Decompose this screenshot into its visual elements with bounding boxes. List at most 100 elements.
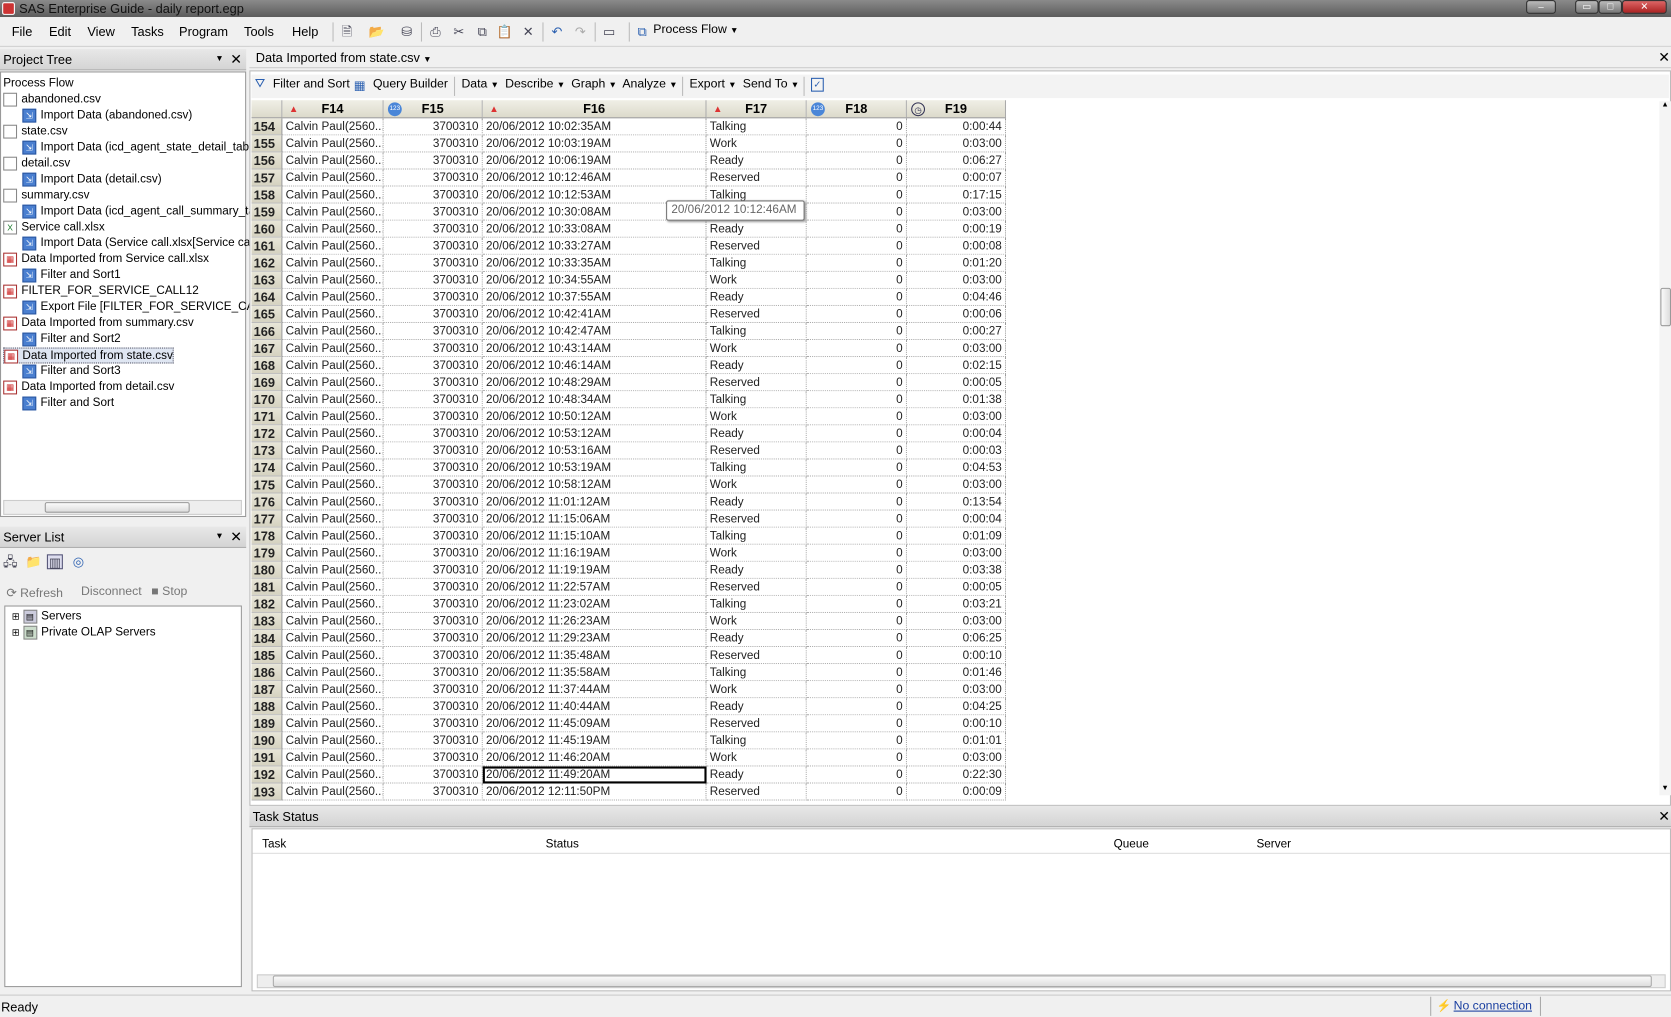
send-to-menu[interactable]: Send To ▼: [743, 78, 799, 91]
table-cell[interactable]: 3700310: [383, 612, 483, 631]
process-flow-dropdown[interactable]: Process Flow ▼: [653, 23, 738, 36]
table-cell[interactable]: 3700310: [383, 681, 483, 699]
panel-menu-icon[interactable]: ▼: [215, 53, 223, 63]
tree-item[interactable]: ⇲ Filter and Sort: [22, 395, 114, 411]
table-cell[interactable]: 3700310: [383, 305, 483, 323]
table-cell[interactable]: 0: [806, 408, 907, 426]
table-cell[interactable]: Calvin Paul(2560...: [282, 186, 384, 204]
row-number[interactable]: 160: [251, 220, 283, 238]
scroll-thumb[interactable]: [1660, 287, 1671, 327]
table-cell[interactable]: 3700310: [383, 459, 483, 477]
table-cell[interactable]: Calvin Paul(2560...: [282, 357, 384, 375]
row-number[interactable]: 167: [251, 340, 283, 358]
table-cell[interactable]: 3700310: [383, 322, 483, 341]
table-cell[interactable]: 0: [806, 476, 907, 494]
table-cell[interactable]: 3700310: [383, 732, 483, 750]
table-cell[interactable]: 0: [806, 357, 907, 375]
tree-item[interactable]: ⇲ Import Data (icd_agent_state_detail_tab…: [22, 140, 265, 156]
minimize-button[interactable]: –: [1526, 0, 1556, 14]
table-cell[interactable]: 20/06/2012 10:48:34AM: [482, 391, 707, 409]
grid-vscrollbar[interactable]: ▲ ▼: [1659, 101, 1671, 796]
table-cell[interactable]: Calvin Paul(2560...: [282, 578, 384, 596]
table-cell[interactable]: Calvin Paul(2560...: [282, 322, 384, 341]
table-cell[interactable]: 0:00:09: [906, 783, 1007, 801]
close-task-status-icon[interactable]: ✕: [1658, 808, 1670, 825]
table-cell[interactable]: 0:03:00: [906, 544, 1007, 562]
table-cell[interactable]: 0:06:27: [906, 152, 1007, 170]
table-cell[interactable]: 3700310: [383, 220, 483, 238]
table-cell[interactable]: 0:03:21: [906, 595, 1007, 613]
table-cell[interactable]: Calvin Paul(2560...: [282, 715, 384, 733]
refresh-button[interactable]: ⟳ Refresh: [6, 585, 63, 600]
server-tree-olap[interactable]: ⊞ ▤ Private OLAP Servers: [12, 625, 156, 641]
row-number[interactable]: 165: [251, 305, 283, 323]
row-number[interactable]: 169: [251, 374, 283, 392]
table-cell[interactable]: Ready: [706, 152, 807, 170]
table-cell[interactable]: 20/06/2012 11:15:06AM: [482, 510, 707, 528]
table-cell[interactable]: 20/06/2012 11:40:44AM: [482, 698, 707, 716]
table-cell[interactable]: Work: [706, 544, 807, 562]
row-number[interactable]: 156: [251, 152, 283, 170]
table-cell[interactable]: Ready: [706, 220, 807, 238]
disconnect-button[interactable]: Disconnect: [81, 585, 142, 598]
table-cell[interactable]: 3700310: [383, 664, 483, 682]
table-cell[interactable]: 0:17:15: [906, 186, 1007, 204]
paste-icon[interactable]: 📋: [497, 25, 513, 40]
tree-item[interactable]: ▦ FILTER_FOR_SERVICE_CALL12: [3, 284, 199, 300]
table-cell[interactable]: Work: [706, 271, 807, 289]
table-cell[interactable]: Calvin Paul(2560...: [282, 459, 384, 477]
table-cell[interactable]: 20/06/2012 11:22:57AM: [482, 578, 707, 596]
table-cell[interactable]: 3700310: [383, 527, 483, 545]
print-icon[interactable]: ⎙: [427, 25, 443, 40]
row-number[interactable]: 168: [251, 357, 283, 375]
table-cell[interactable]: 0:00:19: [906, 220, 1007, 238]
table-cell[interactable]: 0: [806, 698, 907, 716]
table-cell[interactable]: Calvin Paul(2560...: [282, 442, 384, 460]
table-cell[interactable]: 0: [806, 374, 907, 392]
table-cell[interactable]: Reserved: [706, 169, 807, 187]
table-cell[interactable]: Reserved: [706, 783, 807, 801]
col-task[interactable]: Task: [262, 838, 286, 851]
list-view-icon[interactable]: ▥: [46, 554, 63, 570]
table-cell[interactable]: Work: [706, 612, 807, 631]
table-cell[interactable]: 0:01:38: [906, 391, 1007, 409]
table-cell[interactable]: 0:00:05: [906, 578, 1007, 596]
row-number[interactable]: 154: [251, 118, 283, 136]
table-cell[interactable]: 0: [806, 254, 907, 272]
table-cell[interactable]: 0: [806, 271, 907, 289]
table-cell[interactable]: 0:00:05: [906, 374, 1007, 392]
table-cell[interactable]: Reserved: [706, 237, 807, 255]
table-cell[interactable]: 0: [806, 595, 907, 613]
table-cell[interactable]: Calvin Paul(2560...: [282, 135, 384, 153]
table-cell[interactable]: 3700310: [383, 288, 483, 306]
table-cell[interactable]: 0: [806, 288, 907, 306]
table-cell[interactable]: 0: [806, 715, 907, 733]
table-cell[interactable]: 20/06/2012 10:53:16AM: [482, 442, 707, 460]
tree-item[interactable]: ⇲ Export File [FILTER_FOR_SERVICE_CALL: [22, 300, 267, 316]
column-header-f19[interactable]: ◷ F19: [906, 100, 1007, 119]
table-cell[interactable]: Ready: [706, 561, 807, 579]
table-cell[interactable]: 20/06/2012 11:01:12AM: [482, 493, 707, 511]
table-cell[interactable]: 0: [806, 340, 907, 358]
table-cell[interactable]: 0:03:00: [906, 681, 1007, 699]
new-icon[interactable]: 🗎: [339, 25, 355, 40]
table-cell[interactable]: Calvin Paul(2560...: [282, 749, 384, 767]
column-header-f14[interactable]: ▲ F14: [282, 100, 384, 119]
tree-root[interactable]: Process Flow: [3, 76, 73, 92]
tree-item[interactable]: ⇲ Import Data (abandoned.csv): [22, 108, 192, 124]
table-cell[interactable]: 3700310: [383, 783, 483, 801]
table-cell[interactable]: 0: [806, 766, 907, 784]
table-cell[interactable]: 0:13:54: [906, 493, 1007, 511]
panel-menu-icon[interactable]: ▼: [215, 531, 223, 541]
row-number[interactable]: 182: [251, 595, 283, 613]
table-cell[interactable]: 0:00:06: [906, 305, 1007, 323]
table-cell[interactable]: 0: [806, 152, 907, 170]
table-cell[interactable]: 20/06/2012 11:29:23AM: [482, 630, 707, 648]
table-cell[interactable]: Calvin Paul(2560...: [282, 340, 384, 358]
table-cell[interactable]: Calvin Paul(2560...: [282, 681, 384, 699]
row-number[interactable]: 159: [251, 203, 283, 221]
table-cell[interactable]: 20/06/2012 10:34:55AM: [482, 271, 707, 289]
table-cell[interactable]: Calvin Paul(2560...: [282, 220, 384, 238]
table-cell[interactable]: 0:02:15: [906, 357, 1007, 375]
table-cell[interactable]: 0:03:00: [906, 203, 1007, 221]
